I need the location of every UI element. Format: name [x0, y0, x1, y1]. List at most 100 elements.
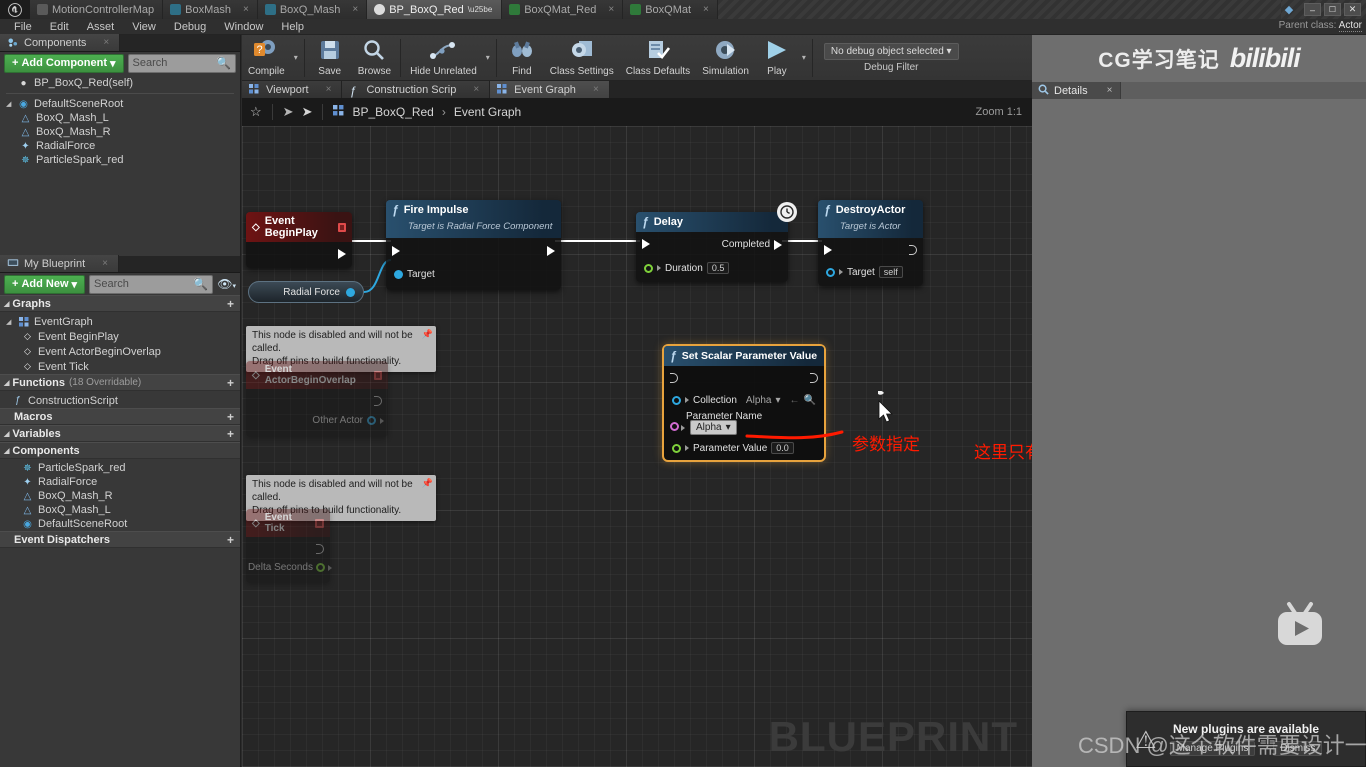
tree-item-eventgraph[interactable]: ◢ EventGraph — [0, 314, 240, 329]
toolbar-button-save[interactable]: Save — [308, 35, 352, 81]
breadcrumb-root[interactable]: BP_BoxQ_Red — [352, 105, 433, 119]
var-item-particlespark-red[interactable]: ✵ ParticleSpark_red — [0, 461, 240, 475]
toolbar-button-hide-unrelated[interactable]: Hide Unrelated — [404, 35, 483, 81]
toolbar-button-play[interactable]: Play — [755, 35, 799, 81]
menu-window[interactable]: Window — [216, 20, 271, 34]
exec-in-pin[interactable] — [392, 246, 400, 256]
app-tab-motioncontrollermap[interactable]: MotionControllerMap — [30, 0, 164, 19]
maximize-button[interactable]: ☐ — [1324, 3, 1341, 16]
app-tab-boxmash[interactable]: BoxMash × — [163, 0, 258, 19]
target-value-input[interactable]: self — [878, 266, 903, 278]
add-event-dispatcher-button[interactable]: + — [227, 533, 234, 547]
section-header-components[interactable]: ◢ Components — [0, 442, 240, 459]
component-row-boxq-mash-r[interactable]: △ BoxQ_Mash_R — [0, 125, 240, 139]
chevron-down-icon[interactable]: ▾ — [291, 53, 301, 62]
browse-asset-icon[interactable]: ← — [790, 395, 800, 406]
expander-icon[interactable]: ◢ — [4, 430, 9, 438]
exec-out-pin[interactable] — [316, 544, 324, 554]
target-pin-row[interactable]: Target — [388, 266, 441, 282]
delegate-toggle-icon[interactable] — [338, 222, 346, 232]
add-new-button[interactable]: + Add New ▾ — [4, 274, 86, 294]
exec-out-pin[interactable] — [909, 245, 917, 255]
app-tab-boxq-mash[interactable]: BoxQ_Mash × — [257, 0, 368, 19]
tree-item-constructionscript[interactable]: ƒ ConstructionScript — [0, 393, 240, 408]
toolbar-button-compile[interactable]: ? Compile — [242, 35, 291, 81]
minimize-button[interactable]: – — [1304, 3, 1321, 16]
tree-item-event-tick[interactable]: ◇ Event Tick — [0, 359, 240, 374]
var-item-boxq-mash-r[interactable]: △ BoxQ_Mash_R — [0, 489, 240, 503]
other-actor-pin-row[interactable]: Other Actor — [312, 415, 384, 426]
var-item-radialforce[interactable]: ✦ RadialForce — [0, 475, 240, 489]
close-icon[interactable]: × — [243, 4, 249, 15]
parameter-value-input[interactable]: 0.0 — [771, 442, 794, 454]
close-button[interactable]: ✕ — [1344, 3, 1361, 16]
component-row-defaultsceneroot[interactable]: ◢ ◉ DefaultSceneRoot — [0, 97, 240, 111]
exec-out-pin[interactable] — [374, 396, 382, 406]
plugins-notification[interactable]: ⚠ New plugins are available Manage Plugi… — [1126, 711, 1366, 767]
node-destroy-actor[interactable]: ƒ DestroyActor Target is Actor Target se… — [818, 200, 923, 286]
delta-seconds-pin-row[interactable]: Delta Seconds — [248, 562, 332, 573]
debug-object-select[interactable]: No debug object selected ▾ — [823, 42, 959, 60]
duration-pin-row[interactable]: Duration 0.5 — [638, 260, 735, 276]
menu-asset[interactable]: Asset — [79, 20, 123, 34]
float-out-pin[interactable] — [316, 563, 325, 572]
exec-in-pin[interactable] — [642, 239, 650, 249]
node-delay[interactable]: ƒ Delay Completed Duration 0.5 — [636, 212, 788, 282]
tooltip-pin-icon[interactable]: 📌 — [422, 328, 433, 341]
exec-in-pin[interactable] — [670, 373, 678, 383]
close-icon[interactable]: × — [352, 4, 358, 15]
section-header-macros[interactable]: Macros + — [0, 408, 240, 425]
app-tab-boxqmat[interactable]: BoxQMat × — [623, 0, 718, 19]
parameter-name-dropdown[interactable]: Alpha ▾ — [690, 420, 737, 435]
node-fire-impulse[interactable]: ƒ Fire Impulse Target is Radial Force Co… — [386, 200, 561, 290]
back-arrow-icon[interactable]: ➤ — [283, 104, 294, 120]
find-asset-icon[interactable]: 🔍 — [804, 395, 816, 406]
expander-icon[interactable]: ◢ — [6, 100, 13, 108]
close-icon[interactable]: × — [703, 4, 709, 15]
name-pin-icon[interactable] — [670, 422, 679, 431]
close-icon[interactable]: × — [473, 84, 479, 95]
expander-icon[interactable]: ◢ — [6, 318, 13, 326]
node-set-scalar-parameter-value[interactable]: ƒ Set Scalar Parameter Value Collection … — [662, 344, 826, 462]
components-root-row[interactable]: ● BP_BoxQ_Red(self) — [0, 76, 240, 90]
section-header-variables[interactable]: ◢ Variables + — [0, 425, 240, 442]
tab-viewport[interactable]: Viewport × — [242, 81, 343, 98]
float-pin-icon[interactable] — [672, 443, 681, 453]
object-out-pin[interactable] — [346, 287, 355, 297]
favorite-star-icon[interactable]: ☆ — [250, 104, 262, 120]
menu-edit[interactable]: Edit — [42, 20, 77, 34]
parameter-value-pin-row[interactable]: Parameter Value 0.0 — [666, 440, 800, 456]
forward-arrow-icon[interactable]: ➤ — [302, 104, 313, 120]
tab-my-blueprint[interactable]: My Blueprint × — [0, 255, 119, 272]
node-radial-force-getter[interactable]: Radial Force — [248, 281, 364, 303]
exec-out-pin[interactable] — [547, 246, 555, 256]
exec-out-pin[interactable] — [774, 239, 782, 250]
var-item-boxq-mash-l[interactable]: △ BoxQ_Mash_L — [0, 503, 240, 517]
exec-in-pin[interactable] — [824, 245, 832, 255]
tab-event-graph[interactable]: Event Graph × — [490, 81, 610, 98]
components-search-input[interactable]: Search 🔍 — [127, 53, 236, 73]
node-event-tick[interactable]: ◇ Event Tick Delta Seconds — [246, 509, 332, 583]
menu-help[interactable]: Help — [273, 20, 312, 34]
toolbar-button-class-settings[interactable]: Class Settings — [544, 35, 620, 81]
tree-item-event-actorbeginoverlap[interactable]: ◇ Event ActorBeginOverlap — [0, 344, 240, 359]
expander-icon[interactable]: ◢ — [4, 447, 9, 455]
section-header-functions[interactable]: ◢ Functions (18 Overridable) + — [0, 374, 240, 391]
node-event-beginplay[interactable]: ◇ Event BeginPlay — [246, 212, 352, 268]
add-variable-button[interactable]: + — [227, 427, 234, 441]
tab-components[interactable]: Components × — [0, 34, 121, 51]
menu-view[interactable]: View — [124, 20, 164, 34]
add-graph-button[interactable]: + — [227, 297, 234, 311]
toolbar-button-browse[interactable]: Browse — [352, 35, 397, 81]
close-icon[interactable]: × — [326, 84, 332, 95]
object-pin-icon[interactable] — [672, 395, 681, 405]
manage-plugins-button[interactable]: Manage Plugins — [1169, 741, 1256, 756]
close-icon[interactable]: × — [608, 4, 614, 15]
section-header-graphs[interactable]: ◢ Graphs + — [0, 295, 240, 312]
section-header-event-dispatchers[interactable]: Event Dispatchers + — [0, 531, 240, 548]
app-tab-bp-boxq-red[interactable]: BP_BoxQ_Red \u25be × — [367, 0, 503, 19]
add-function-button[interactable]: + — [227, 376, 234, 390]
expander-icon[interactable]: ◢ — [4, 300, 9, 308]
close-icon[interactable]: × — [1107, 85, 1113, 96]
eye-icon[interactable]: 👁▾ — [217, 277, 236, 291]
